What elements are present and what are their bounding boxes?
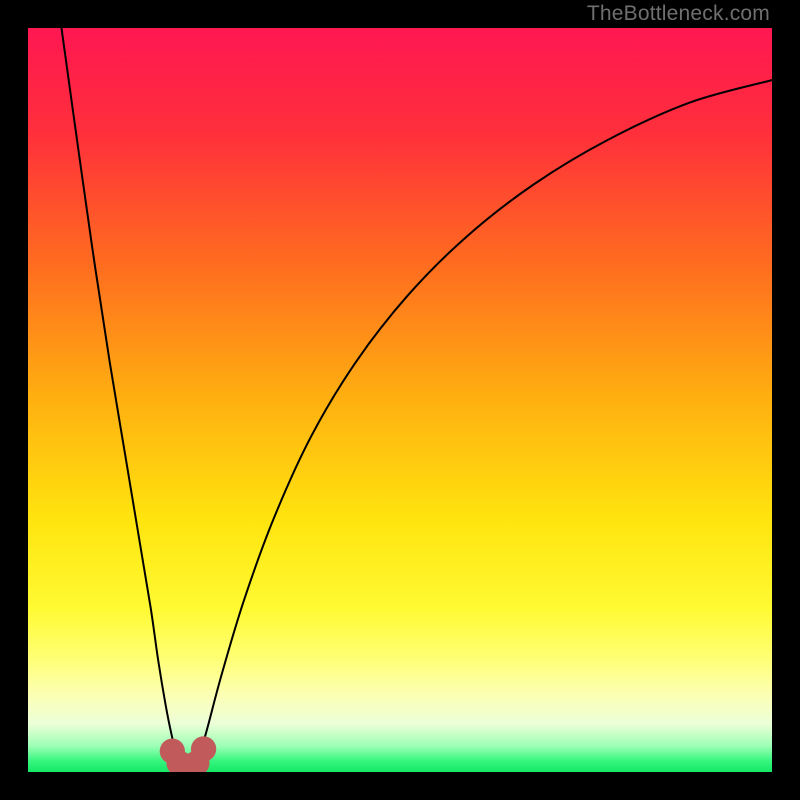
plot-area	[28, 28, 772, 772]
gradient-background	[28, 28, 772, 772]
chart-frame: TheBottleneck.com	[0, 0, 800, 800]
chart-svg	[28, 28, 772, 772]
watermark-text: TheBottleneck.com	[587, 2, 770, 26]
bottleneck-marker	[191, 736, 216, 761]
